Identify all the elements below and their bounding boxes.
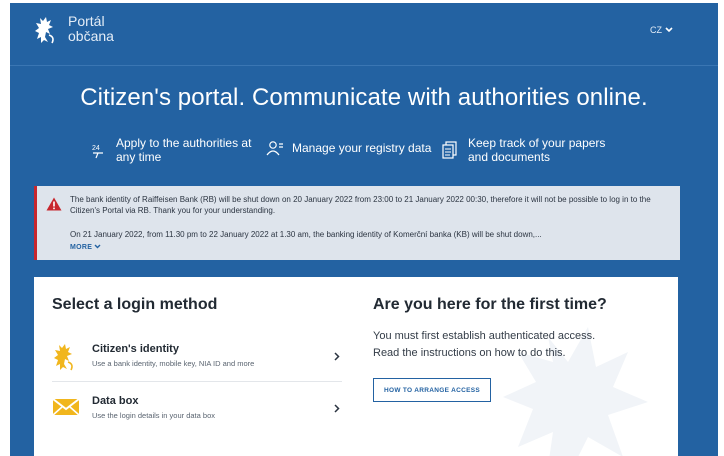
hero-title: Citizen's portal. Communicate with autho…: [80, 84, 648, 111]
clock-24-icon: 24: [92, 145, 103, 159]
alert-more-link[interactable]: MORE: [70, 244, 101, 251]
outage-alert: The bank identity of Raiffeisen Bank (RB…: [34, 186, 680, 260]
first-time-line: Read the instructions on how to do this.: [373, 347, 566, 359]
chevron-down-icon: [94, 244, 101, 249]
chevron-down-icon: [665, 27, 673, 33]
login-panel: Select a login method Citizen's identity…: [34, 277, 678, 456]
warning-triangle-icon: [46, 197, 62, 211]
login-method-description: Use a bank identity, mobile key, NIA ID …: [92, 359, 255, 368]
person-registry-icon: [266, 141, 283, 156]
login-data-box[interactable]: Data box Use the login details in your d…: [52, 387, 342, 433]
czech-lion-logo-icon[interactable]: [32, 15, 58, 45]
feature-papers-documents: Keep track of your papers and documents: [442, 136, 605, 164]
feature-apply-anytime: 24 Apply to the authorities at any time: [90, 136, 251, 164]
login-divider: [52, 381, 342, 382]
first-time-line: You must first establish authenticated a…: [373, 330, 596, 342]
login-method-description: Use the login details in your data box: [92, 411, 215, 420]
alert-message-1: The bank identity of Raiffeisen Bank (RB…: [70, 195, 651, 215]
lion-emblem-icon: [54, 344, 73, 371]
chevron-right-icon: [334, 352, 340, 361]
login-method-title: Select a login method: [52, 296, 218, 313]
login-method-name: Citizen's identity: [92, 343, 179, 355]
language-code: CZ: [650, 25, 662, 35]
svg-text:24: 24: [92, 145, 100, 152]
feature-label: Apply to the authorities at: [116, 136, 252, 150]
feature-registry-data: Manage your registry data: [266, 140, 431, 156]
chevron-right-icon: [334, 404, 340, 413]
feature-label: Manage your registry data: [292, 141, 432, 155]
first-time-text: You must first establish authenticated a…: [373, 328, 663, 362]
feature-label: Keep track of your papers: [468, 136, 606, 150]
alert-message-2: On 21 January 2022, from 11.30 pm to 22 …: [70, 230, 542, 239]
logo-line-1: Portál: [68, 13, 105, 29]
language-selector[interactable]: CZ: [650, 25, 673, 35]
portal-logo-text[interactable]: Portál občana: [68, 14, 114, 44]
arrange-access-button[interactable]: HOW TO ARRANGE ACCESS: [373, 378, 491, 402]
feature-label: any time: [116, 150, 162, 164]
feature-label: and documents: [468, 150, 551, 164]
portal-page: Portál občana CZ Citizen's portal. Commu…: [10, 3, 718, 456]
logo-line-2: občana: [68, 28, 114, 44]
login-citizen-identity[interactable]: Citizen's identity Use a bank identity, …: [52, 335, 342, 381]
data-box-icon: [52, 398, 80, 416]
documents-icon: [442, 141, 457, 159]
alert-more-label: MORE: [70, 244, 93, 251]
top-header: Portál občana CZ: [10, 3, 718, 66]
login-method-name: Data box: [92, 395, 139, 407]
first-time-title: Are you here for the first time?: [373, 296, 607, 313]
